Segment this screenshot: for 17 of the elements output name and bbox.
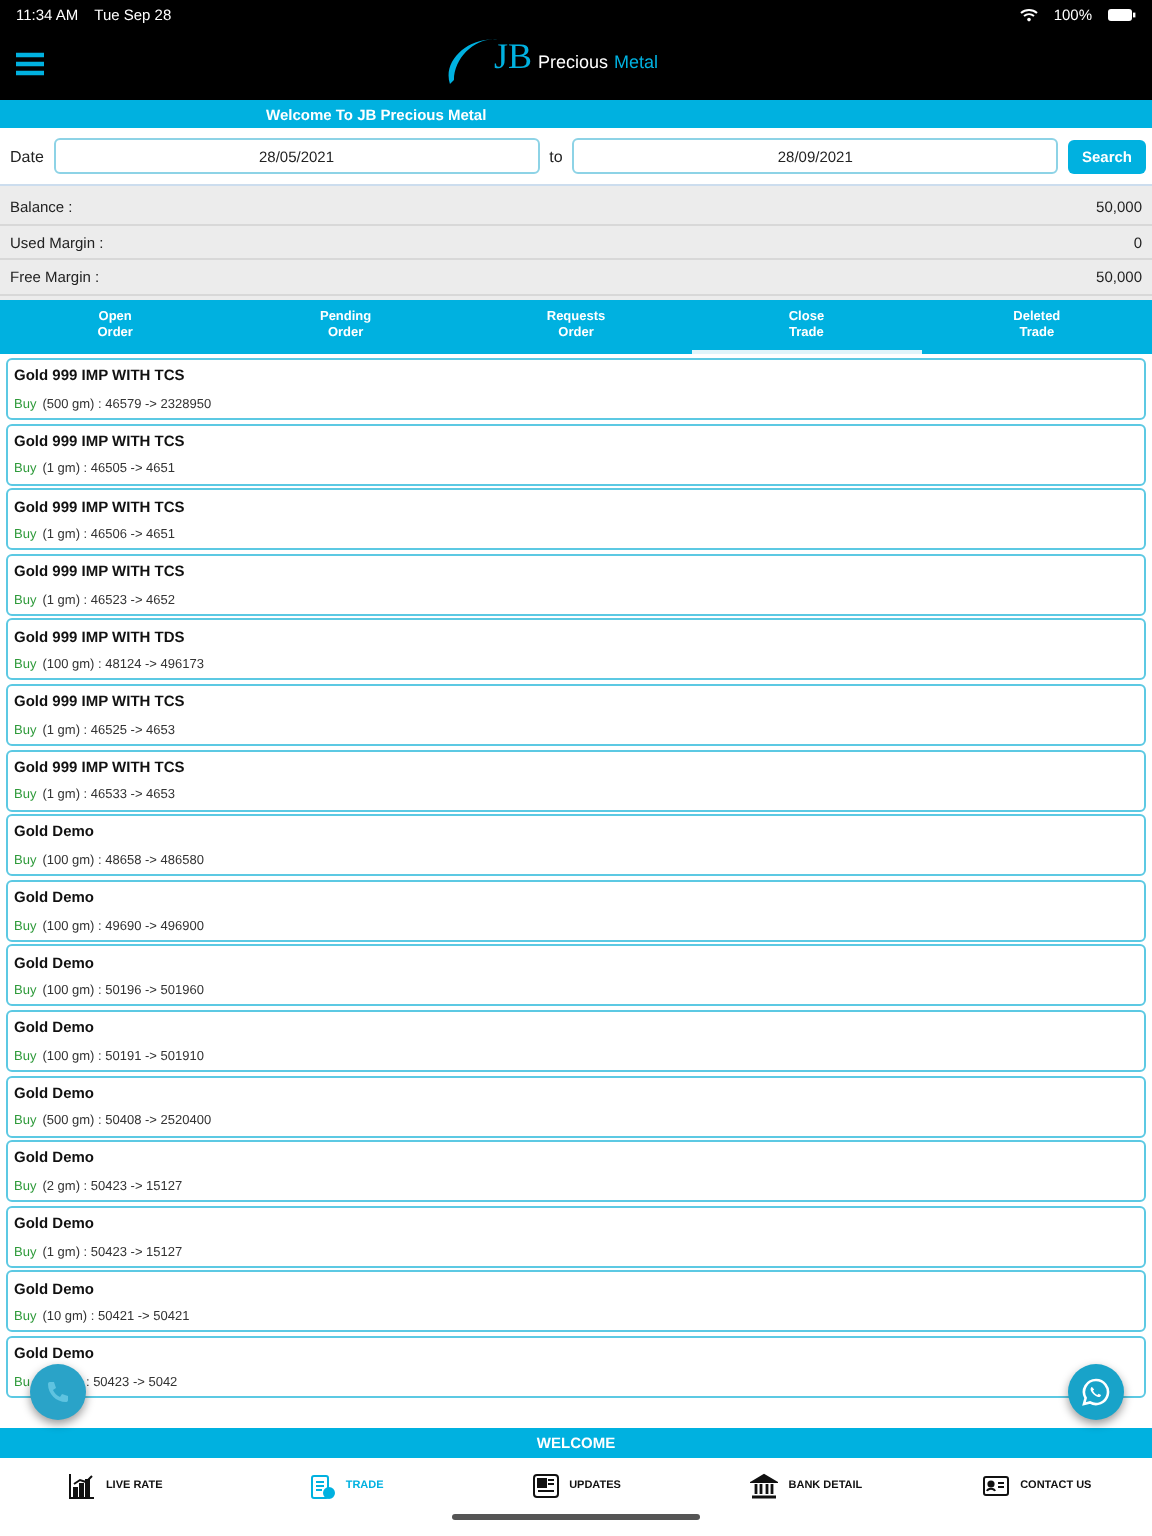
battery-icon (1108, 7, 1136, 21)
contact-card-icon (982, 1472, 1011, 1500)
clipboard-icon (307, 1472, 336, 1500)
newspaper-icon (531, 1472, 560, 1500)
menu-icon[interactable] (16, 52, 44, 76)
bar-chart-icon (67, 1472, 96, 1500)
whatsapp-icon (1082, 1378, 1110, 1406)
phone-icon (46, 1380, 70, 1404)
bank-icon (750, 1472, 779, 1500)
logo-word: Precious (538, 52, 608, 76)
whatsapp-button[interactable] (1068, 1364, 1124, 1420)
logo-initials: JB (493, 36, 532, 78)
logo-word: Metal (614, 52, 659, 76)
to-label: to (549, 147, 563, 165)
date-label: Date (10, 147, 44, 165)
phone-button[interactable] (30, 1364, 86, 1420)
wifi-icon (1019, 7, 1038, 21)
